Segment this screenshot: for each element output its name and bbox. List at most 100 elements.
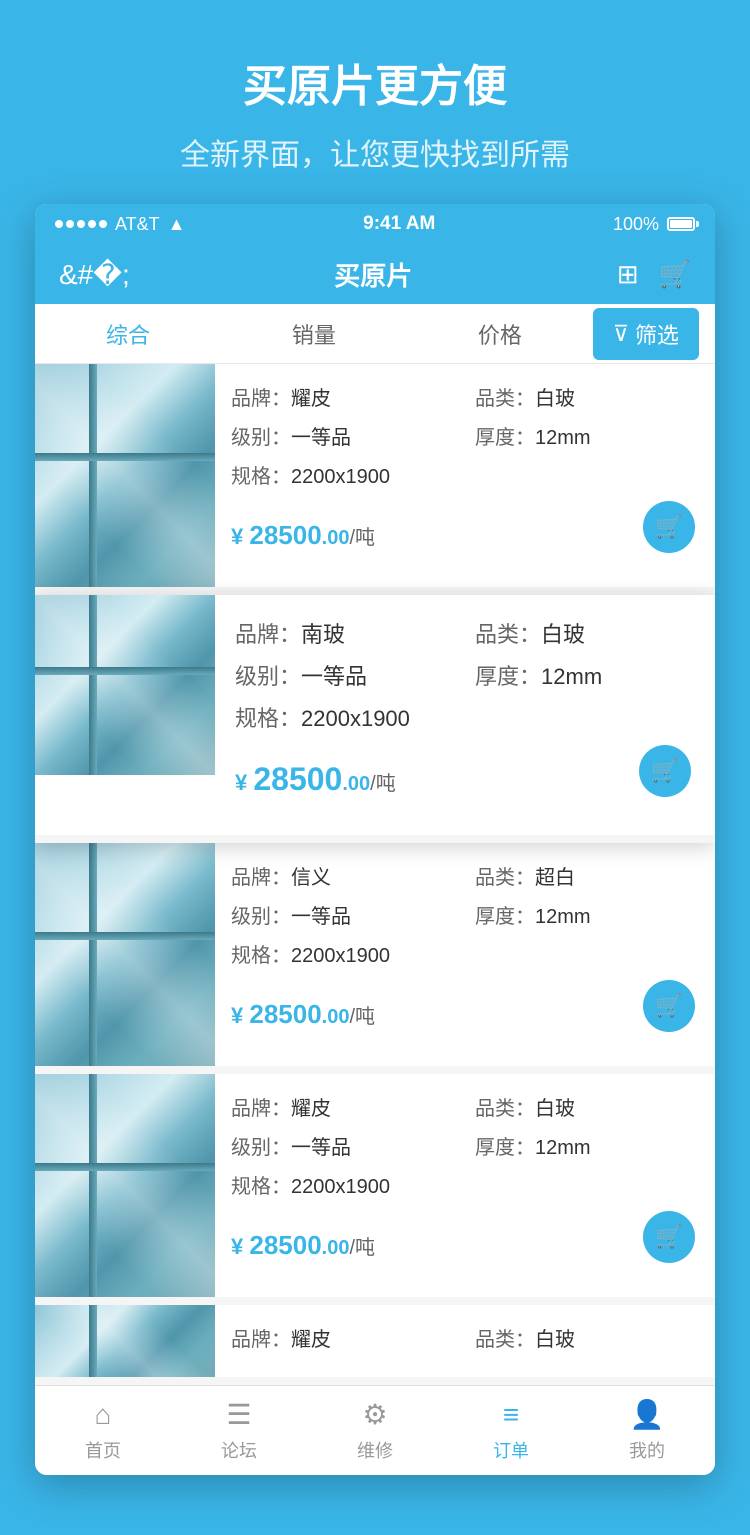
info-row-1: 品牌：耀皮 品类：白玻 <box>231 1323 699 1352</box>
tab-forum[interactable]: ☰ 论坛 <box>171 1386 307 1475</box>
product-info: 品牌：耀皮 品类：白玻 级别：一等品 厚度：12mm 规 <box>215 1074 715 1297</box>
sort-price[interactable]: 价格 <box>407 300 593 368</box>
category-field: 品类：白玻 <box>475 617 695 649</box>
tab-forum-label: 论坛 <box>221 1437 257 1463</box>
thickness-field: 厚度：12mm <box>475 421 699 450</box>
tab-home[interactable]: ⌂ 首页 <box>35 1386 171 1475</box>
brand-field: 品牌：耀皮 <box>231 382 455 411</box>
spec-field: 规格：2200x1900 <box>231 939 699 968</box>
filter-button[interactable]: ⊽ 筛选 <box>593 308 699 360</box>
tab-order[interactable]: ≡ 订单 <box>443 1386 579 1475</box>
tab-profile[interactable]: 👤 我的 <box>579 1386 715 1475</box>
repair-icon: ⚙ <box>362 1398 387 1431</box>
glass-edge-v <box>89 364 97 587</box>
nav-title: 买原片 <box>334 256 412 293</box>
info-row-3: 规格：2200x1900 <box>231 460 699 489</box>
thickness-field: 厚度：12mm <box>475 659 695 691</box>
calculator-icon[interactable]: ⊞ <box>617 259 639 290</box>
price-row: ¥ 28500.00/吨 🛒 <box>231 980 699 1048</box>
phone-frame: AT&T ▲ 9:41 AM 100% &#�; 买原片 ⊞ 🛒 综合 销量 价… <box>35 204 715 1475</box>
glass-thumbnail <box>35 595 215 775</box>
promo-subtitle: 全新界面，让您更快找到所需 <box>40 130 710 174</box>
info-row-2: 级别：一等品 厚度：12mm <box>231 900 699 929</box>
status-bar: AT&T ▲ 9:41 AM 100% <box>35 204 715 244</box>
profile-icon: 👤 <box>630 1398 665 1431</box>
info-row-1: 品牌：南玻 品类：白玻 <box>235 617 695 649</box>
add-to-cart-button[interactable]: 🛒 <box>643 980 695 1032</box>
sort-comprehensive[interactable]: 综合 <box>35 300 221 368</box>
product-item-highlighted: 品牌：南玻 品类：白玻 级别：一等品 厚度：12mm 规 <box>35 595 715 843</box>
nav-bar: &#�; 买原片 ⊞ 🛒 <box>35 244 715 304</box>
tab-profile-label: 我的 <box>629 1437 665 1463</box>
brand-field: 品牌：信义 <box>231 861 455 890</box>
back-button[interactable]: &#�; <box>59 258 130 291</box>
battery-percentage: 100% <box>613 214 659 235</box>
brand-field: 品牌：耀皮 <box>231 1092 455 1121</box>
product-item: 品牌：耀皮 品类：白玻 级别：一等品 厚度：12mm 规 <box>35 364 715 595</box>
sort-sales[interactable]: 销量 <box>221 300 407 368</box>
clock: 9:41 AM <box>363 213 435 235</box>
product-info: 品牌：耀皮 品类：白玻 <box>215 1305 715 1377</box>
spec-field: 规格：2200x1900 <box>231 460 699 489</box>
promo-section: 买原片更方便 全新界面，让您更快找到所需 <box>0 0 750 204</box>
thickness-field: 厚度：12mm <box>475 900 699 929</box>
nav-icons: ⊞ 🛒 <box>617 259 691 290</box>
status-left: AT&T ▲ <box>55 214 186 235</box>
category-field: 品类：白玻 <box>475 1323 699 1352</box>
info-row-1: 品牌：耀皮 品类：白玻 <box>231 382 699 411</box>
order-icon: ≡ <box>503 1399 519 1431</box>
signal-dot-2 <box>66 220 74 228</box>
spec-field: 规格：2200x1900 <box>235 701 695 733</box>
info-row-2: 级别：一等品 厚度：12mm <box>231 1131 699 1160</box>
price-row: ¥ 28500.00/吨 🛒 <box>235 745 695 813</box>
thickness-field: 厚度：12mm <box>475 1131 699 1160</box>
add-to-cart-button[interactable]: 🛒 <box>643 501 695 553</box>
info-row-1: 品牌：信义 品类：超白 <box>231 861 699 890</box>
price: ¥ 28500.00/吨 <box>231 999 375 1030</box>
glass-thumbnail <box>35 1074 215 1297</box>
grade-field: 级别：一等品 <box>231 900 455 929</box>
glass-edge-h <box>35 932 215 940</box>
category-field: 品类：超白 <box>475 861 699 890</box>
wifi-icon: ▲ <box>168 214 186 235</box>
spec-field: 规格：2200x1900 <box>231 1170 699 1199</box>
product-info: 品牌：耀皮 品类：白玻 级别：一等品 厚度：12mm 规 <box>215 364 715 587</box>
add-to-cart-button[interactable]: 🛒 <box>643 1211 695 1263</box>
brand-field: 品牌：耀皮 <box>231 1323 455 1352</box>
signal-dot-4 <box>88 220 96 228</box>
product-item-partial: 品牌：耀皮 品类：白玻 <box>35 1305 715 1385</box>
status-right: 100% <box>613 214 695 235</box>
glass-edge-v <box>89 1305 97 1385</box>
product-image <box>35 364 215 587</box>
sort-bar: 综合 销量 价格 ⊽ 筛选 <box>35 304 715 364</box>
product-list: 品牌：耀皮 品类：白玻 级别：一等品 厚度：12mm 规 <box>35 364 715 1385</box>
info-row-3: 规格：2200x1900 <box>231 939 699 968</box>
cart-icon[interactable]: 🛒 <box>659 259 691 290</box>
carrier: AT&T <box>115 214 160 235</box>
tab-repair[interactable]: ⚙ 维修 <box>307 1386 443 1475</box>
grade-field: 级别：一等品 <box>235 659 455 691</box>
glass-edge-v <box>89 595 97 775</box>
category-field: 品类：白玻 <box>475 382 699 411</box>
product-image <box>35 1074 215 1297</box>
battery-icon <box>667 217 695 231</box>
price: ¥ 28500.00/吨 <box>231 520 375 551</box>
glass-edge-h <box>35 453 215 461</box>
signal-dot-5 <box>99 220 107 228</box>
add-to-cart-button[interactable]: 🛒 <box>639 745 691 797</box>
glass-thumbnail <box>35 364 215 587</box>
grade-field: 级别：一等品 <box>231 421 455 450</box>
signal-dots <box>55 220 107 228</box>
info-row-3: 规格：2200x1900 <box>235 701 695 733</box>
promo-title: 买原片更方便 <box>40 50 710 114</box>
product-item: 品牌：信义 品类：超白 级别：一等品 厚度：12mm 规 <box>35 843 715 1074</box>
tab-repair-label: 维修 <box>357 1437 393 1463</box>
product-item: 品牌：耀皮 品类：白玻 级别：一等品 厚度：12mm 规 <box>35 1074 715 1305</box>
info-row-1: 品牌：耀皮 品类：白玻 <box>231 1092 699 1121</box>
signal-dot-1 <box>55 220 63 228</box>
product-info-highlighted: 品牌：南玻 品类：白玻 级别：一等品 厚度：12mm 规 <box>215 595 715 835</box>
signal-dot-3 <box>77 220 85 228</box>
glass-edge-h <box>35 1163 215 1171</box>
glass-edge-h <box>35 667 215 675</box>
forum-icon: ☰ <box>226 1398 251 1431</box>
